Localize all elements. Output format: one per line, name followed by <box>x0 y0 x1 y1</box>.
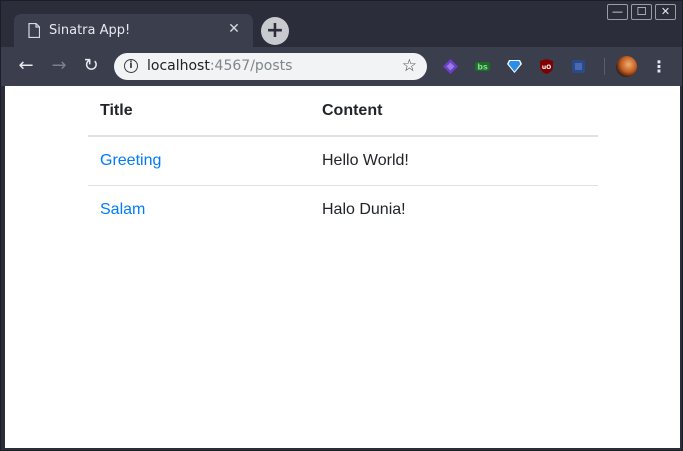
site-info-icon[interactable]: i <box>124 59 138 73</box>
toolbar-divider <box>604 58 605 75</box>
document-icon <box>28 23 40 38</box>
close-window-button[interactable]: ✕ <box>655 4 676 20</box>
bookmark-star-icon[interactable]: ☆ <box>402 56 417 76</box>
b-extension-icon[interactable]: bs <box>474 58 491 75</box>
new-tab-button[interactable]: + <box>261 17 289 45</box>
browser-window: Sinatra App! ✕ + — ☐ ✕ ← → ↻ i localhost… <box>0 0 683 451</box>
minimize-button[interactable]: — <box>607 4 628 20</box>
post-title-cell: Salam <box>88 185 310 234</box>
profile-avatar[interactable] <box>616 56 637 77</box>
url-host: localhost <box>147 58 210 74</box>
ublock-origin-icon[interactable]: uO <box>538 58 555 75</box>
url-path: :4567/posts <box>209 58 293 74</box>
tab-sinatra-app[interactable]: Sinatra App! ✕ <box>14 14 253 47</box>
column-header-title: Title <box>88 86 310 137</box>
back-button[interactable]: ← <box>15 55 37 77</box>
table-row: Greeting Hello World! <box>88 136 598 186</box>
svg-text:bs: bs <box>477 63 488 72</box>
post-title-cell: Greeting <box>88 136 310 186</box>
address-bar[interactable]: i localhost:4567/posts ☆ <box>114 53 427 80</box>
maximize-button[interactable]: ☐ <box>631 4 652 20</box>
svg-text:uO: uO <box>542 64 551 71</box>
forward-button[interactable]: → <box>48 55 70 77</box>
diamond-extension-icon[interactable] <box>506 58 523 75</box>
browser-menu-icon[interactable]: ⋮ <box>651 56 667 77</box>
window-controls: — ☐ ✕ <box>607 4 676 20</box>
tab-close-icon[interactable]: ✕ <box>225 20 243 38</box>
table-row: Salam Halo Dunia! <box>88 185 598 234</box>
page-viewport: Title Content Greeting Hello World! Sala… <box>5 86 680 448</box>
browser-toolbar: ← → ↻ i localhost:4567/posts ☆ bs uO ⋮ <box>1 47 682 86</box>
post-content-cell: Halo Dunia! <box>322 200 406 218</box>
gray-extension-icon[interactable] <box>570 58 587 75</box>
table-header-row: Title Content <box>88 86 598 137</box>
column-header-content: Content <box>310 86 598 137</box>
gem-extension-icon[interactable] <box>442 58 459 75</box>
posts-table: Title Content Greeting Hello World! Sala… <box>88 86 598 234</box>
post-content-cell: Hello World! <box>310 136 598 186</box>
url-text[interactable]: localhost:4567/posts <box>147 58 292 74</box>
post-link-greeting[interactable]: Greeting <box>100 152 161 169</box>
tab-strip: Sinatra App! ✕ + — ☐ ✕ <box>1 1 682 47</box>
post-link-salam[interactable]: Salam <box>100 201 145 218</box>
reload-button[interactable]: ↻ <box>80 55 102 77</box>
tab-title: Sinatra App! <box>49 23 131 38</box>
